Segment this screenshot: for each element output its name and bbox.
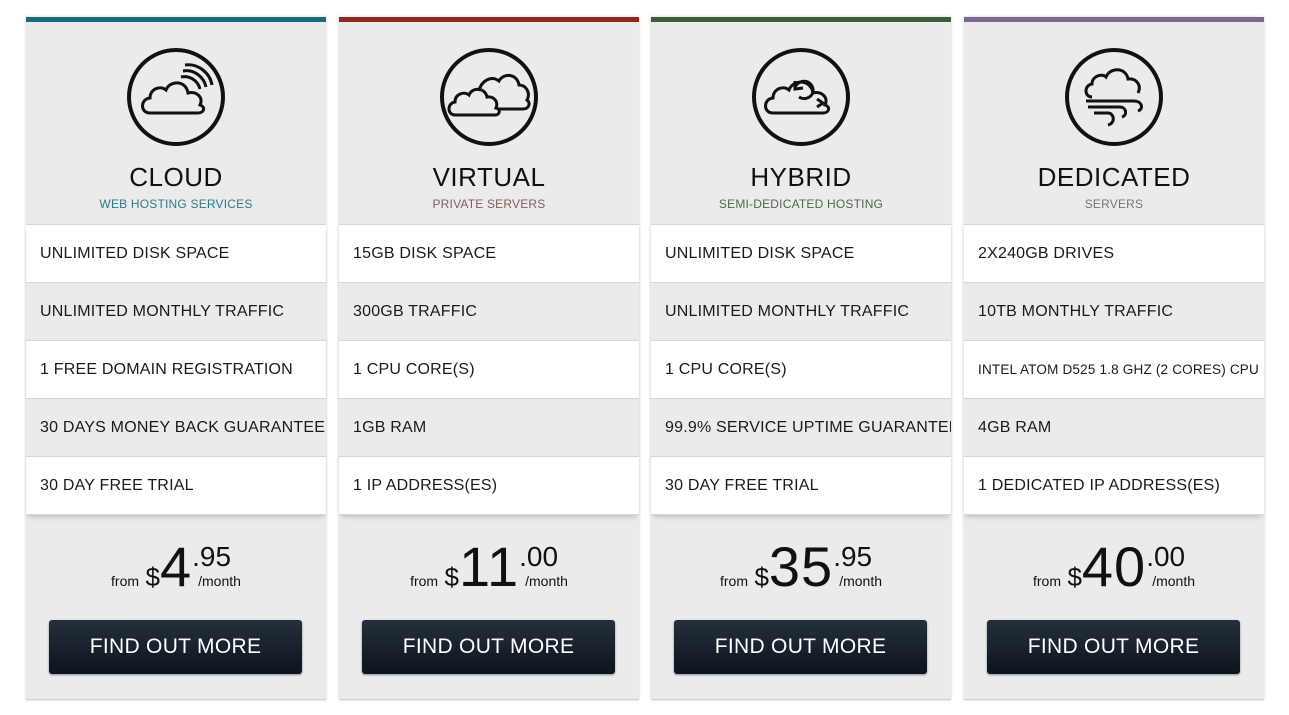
plan-subtitle: SERVERS: [1084, 197, 1144, 211]
find-out-more-button[interactable]: FIND OUT MORE: [987, 620, 1240, 674]
plan-card-dedicated: DEDICATED SERVERS 2X240GB DRIVES 10TB MO…: [964, 17, 1264, 700]
price-period: /month: [198, 573, 241, 589]
price-from: from: [1032, 573, 1061, 589]
feature-item: 10TB MONTHLY TRAFFIC: [964, 283, 1264, 341]
divider: [651, 699, 951, 700]
feature-item: 300GB TRAFFIC: [339, 283, 639, 341]
find-out-more-button[interactable]: FIND OUT MORE: [49, 620, 302, 674]
price: from $4.95/month: [26, 515, 326, 610]
price-currency: $: [754, 562, 769, 592]
plan-card-cloud: CLOUD WEB HOSTING SERVICES UNLIMITED DIS…: [26, 17, 326, 700]
cloud-sync-icon: [752, 48, 850, 146]
feature-item: 1 DEDICATED IP ADDRESS(ES): [964, 457, 1264, 515]
divider: [339, 699, 639, 700]
plan-subtitle: PRIVATE SERVERS: [432, 197, 546, 211]
feature-item: 99.9% SERVICE UPTIME GUARANTEE: [651, 399, 951, 457]
feature-list: 15GB DISK SPACE 300GB TRAFFIC 1 CPU CORE…: [339, 224, 639, 515]
plan-title: DEDICATED: [1037, 162, 1191, 192]
price-integer: 40: [1081, 535, 1147, 598]
card-header: DEDICATED SERVERS: [964, 22, 1264, 224]
feature-item: UNLIMITED DISK SPACE: [26, 225, 326, 283]
price-from: from: [410, 573, 439, 589]
feature-item: UNLIMITED MONTHLY TRAFFIC: [26, 283, 326, 341]
price-period: /month: [525, 573, 568, 589]
price-period: /month: [1152, 573, 1196, 589]
double-cloud-icon: [440, 48, 538, 146]
price-integer: 35: [768, 535, 834, 598]
price-from: from: [111, 573, 140, 589]
divider: [964, 699, 1264, 700]
feature-list: UNLIMITED DISK SPACE UNLIMITED MONTHLY T…: [26, 224, 326, 515]
card-header: CLOUD WEB HOSTING SERVICES: [26, 22, 326, 224]
feature-item: 1 FREE DOMAIN REGISTRATION: [26, 341, 326, 399]
price-integer: 4: [159, 535, 193, 598]
price-currency: $: [444, 562, 459, 592]
cloud-wifi-icon: [127, 48, 225, 146]
plan-title: VIRTUAL: [432, 162, 546, 192]
feature-item: 30 DAY FREE TRIAL: [651, 457, 951, 515]
plan-subtitle: WEB HOSTING SERVICES: [99, 197, 253, 211]
feature-item: 1GB RAM: [339, 399, 639, 457]
price-period: /month: [839, 573, 883, 589]
price-decimal: .00: [1146, 541, 1186, 572]
price-currency: $: [145, 562, 160, 592]
price-decimal: .95: [833, 541, 873, 572]
price-currency: $: [1067, 562, 1082, 592]
feature-item: INTEL ATOM D525 1.8 GHZ (2 CORES) CPU: [964, 341, 1264, 399]
price: from $35.95/month: [651, 515, 951, 610]
card-header: HYBRID SEMI-DEDICATED HOSTING: [651, 22, 951, 224]
feature-item: 30 DAYS MONEY BACK GUARANTEE: [26, 399, 326, 457]
feature-item: UNLIMITED DISK SPACE: [651, 225, 951, 283]
price: from $40.00/month: [964, 515, 1264, 610]
card-header: VIRTUAL PRIVATE SERVERS: [339, 22, 639, 224]
feature-item: 15GB DISK SPACE: [339, 225, 639, 283]
feature-item: 1 CPU CORE(S): [651, 341, 951, 399]
feature-item: UNLIMITED MONTHLY TRAFFIC: [651, 283, 951, 341]
feature-item: 4GB RAM: [964, 399, 1264, 457]
plan-title: CLOUD: [129, 162, 223, 192]
feature-item: 1 CPU CORE(S): [339, 341, 639, 399]
feature-item: 2X240GB DRIVES: [964, 225, 1264, 283]
find-out-more-button[interactable]: FIND OUT MORE: [674, 620, 927, 674]
plan-card-virtual: VIRTUAL PRIVATE SERVERS 15GB DISK SPACE …: [339, 17, 639, 700]
price: from $11.00/month: [339, 515, 639, 610]
feature-list: UNLIMITED DISK SPACE UNLIMITED MONTHLY T…: [651, 224, 951, 515]
cloud-wind-icon: [1065, 48, 1163, 146]
divider: [26, 699, 326, 700]
feature-item: 30 DAY FREE TRIAL: [26, 457, 326, 515]
plan-subtitle: SEMI-DEDICATED HOSTING: [718, 197, 884, 211]
feature-item: 1 IP ADDRESS(ES): [339, 457, 639, 515]
feature-list: 2X240GB DRIVES 10TB MONTHLY TRAFFIC INTE…: [964, 224, 1264, 515]
price-integer: 11: [458, 535, 520, 598]
price-decimal: .00: [519, 541, 559, 572]
plan-card-hybrid: HYBRID SEMI-DEDICATED HOSTING UNLIMITED …: [651, 17, 951, 700]
price-decimal: .95: [192, 541, 232, 572]
find-out-more-button[interactable]: FIND OUT MORE: [362, 620, 615, 674]
plan-title: HYBRID: [750, 162, 852, 192]
price-from: from: [719, 573, 748, 589]
